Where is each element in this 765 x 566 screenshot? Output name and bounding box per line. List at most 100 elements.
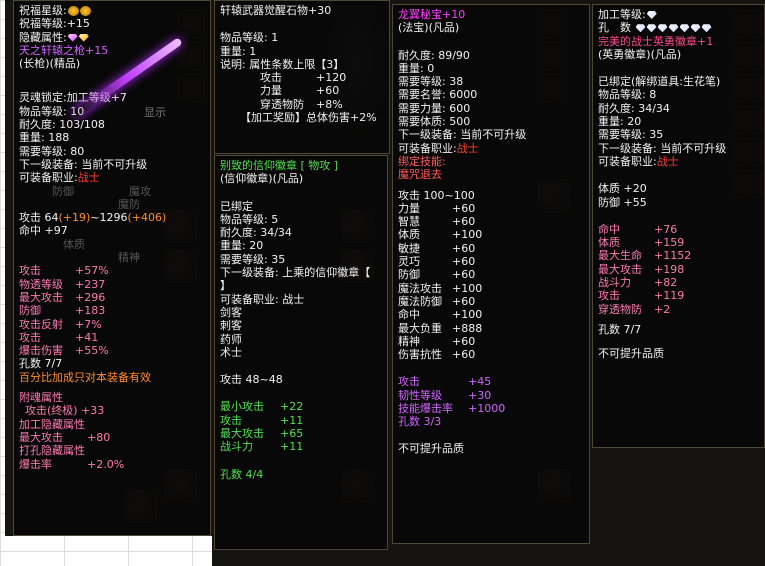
stat-row: 最大攻击 +296	[19, 291, 205, 304]
attr-label: 力量	[260, 84, 282, 98]
hole-count: 孔数 3/3	[398, 415, 442, 429]
info-line: 下一级装备: 当前不可升级	[19, 157, 148, 171]
stat-value: +11	[280, 440, 304, 454]
stat-label: 韧性等级	[398, 388, 442, 402]
stat-value: +11	[280, 413, 304, 427]
stat-value: +888	[452, 321, 483, 335]
stat-label: 体质	[398, 228, 420, 242]
info-line: 需要等级: 35	[598, 128, 664, 142]
hidden-attr-label: 隐藏属性:	[19, 30, 67, 44]
treasure-tooltip: 龙翼秘宝+10 (法宝)(凡品) 耐久度: 89/90 重量: 0 需要等级: 38…	[392, 4, 590, 544]
stat-row: 精神 +60	[398, 335, 584, 348]
stat-label: 攻击	[398, 375, 420, 389]
stat-value: +60	[452, 201, 476, 215]
info-line: 说明: 属性条数上限【3】	[220, 57, 345, 71]
stat-row: 力量 +60	[398, 202, 584, 215]
stat-value: +57%	[75, 264, 109, 278]
stat-row: 攻击反射 +7%	[19, 318, 205, 331]
stat-label: 穿透物防	[598, 302, 642, 316]
stat-row: 攻击 +119	[598, 289, 759, 302]
stat-label: 敏捷	[398, 241, 420, 255]
star-icon	[67, 6, 79, 16]
stat-value: +1152	[654, 249, 692, 263]
info-line: 物品等级: 1	[220, 31, 279, 45]
stat-row: 命中 +76	[598, 223, 759, 236]
stat-label: 爆击伤害	[19, 344, 63, 358]
info-line: 需要等级: 35	[220, 252, 286, 266]
faint-row: 精神	[19, 251, 140, 265]
stat-row: 攻击 +45	[398, 375, 584, 388]
hole-count: 孔数 7/7	[598, 322, 642, 336]
hidden-title: 加工隐藏属性	[19, 417, 85, 431]
hole-value: 数	[620, 21, 631, 35]
item-type: (长枪)(精品)	[19, 57, 81, 71]
diamond-icon	[646, 24, 657, 33]
job-value: 战士	[77, 171, 100, 185]
job-label: 可装备职业:	[598, 154, 657, 168]
attr-value: +120	[316, 71, 347, 85]
stat-value: +119	[654, 289, 685, 303]
purple-stat-list: 攻击 +45 韧性等级 +30 技能爆击率 +1000	[398, 375, 584, 415]
info-line: 下一级装备: 上乘的信仰徽章【	[220, 266, 371, 280]
info-line: 需要等级: 80	[19, 144, 85, 158]
stat-value: +159	[654, 236, 685, 250]
stat-label: 最大攻击	[19, 430, 63, 444]
stat-label: 智慧	[398, 215, 420, 229]
stat-label: 爆击率	[19, 457, 52, 471]
stat-row: 战斗力 +11	[220, 440, 382, 453]
attr-label: 穿透物防	[260, 97, 304, 111]
note-text: 百分比加成只对本装备有效	[19, 370, 151, 384]
display-button[interactable]: 显示	[144, 104, 166, 120]
stat-value: +1000	[468, 402, 506, 416]
soul-title: 附魂属性	[19, 391, 63, 405]
stat-label: 最大负重	[398, 321, 442, 335]
stat-value: +55%	[75, 344, 109, 358]
info-line: 体质 +20	[598, 182, 647, 196]
job-row: 可装备职业:战士	[398, 142, 584, 155]
info-line: 物品等级: 5	[220, 212, 279, 226]
stat-row: 最大生命 +1152	[598, 249, 759, 262]
stat-label: 战斗力	[220, 440, 253, 454]
attr-list: 攻击 +120 力量 +60 穿透物防 +8%	[220, 71, 384, 111]
info-line: 耐久度: 103/108	[19, 118, 105, 132]
base-stat-list: 体质 +20 防御 +55	[598, 182, 759, 209]
stat-row: 体质 +159	[598, 236, 759, 249]
stat-value: +30	[468, 388, 492, 402]
info-line: 术士	[220, 345, 242, 359]
stat-label: 攻击	[598, 289, 620, 303]
info-line: 耐久度: 34/34	[598, 101, 670, 115]
stat-value: +41	[75, 330, 99, 344]
info-line: 】	[220, 279, 231, 293]
stat-row: 最小攻击 +22	[220, 400, 382, 413]
attr-value: +8%	[316, 97, 343, 111]
stat-value: +100	[452, 308, 483, 322]
attr-row: 穿透物防 +8%	[220, 98, 384, 111]
stat-row: 爆击伤害 +55%	[19, 344, 205, 357]
stat-value: +76	[654, 222, 678, 236]
stat-label: 灵巧	[398, 255, 420, 269]
stat-label: 防御	[19, 304, 41, 318]
info-line: 物品等级: 8	[598, 88, 657, 102]
attack-max: ~1296	[90, 211, 128, 225]
footer-note: 不可提升品质	[398, 441, 464, 455]
faint-row: 防御 魔攻	[19, 184, 151, 198]
stat-value: +60	[452, 241, 476, 255]
stat-label: 最大攻击	[598, 262, 642, 276]
item-info-list: 物品等级: 1 重量: 1 说明: 属性条数上限【3】	[220, 31, 384, 71]
stat-label: 防御	[398, 268, 420, 282]
stat-row: 穿透物防 +2	[598, 303, 759, 316]
hit-row: 命中 +97	[19, 224, 68, 238]
attack-row: 攻击 64(+19)~1296(+406)	[19, 211, 205, 224]
attr-row: 力量 +60	[220, 84, 384, 97]
gold-gem-icon	[78, 33, 89, 42]
info-line: 已绑定	[220, 199, 253, 213]
stat-value: +198	[654, 262, 685, 276]
stat-value: +237	[75, 277, 106, 291]
stat-row: 物透等级 +237	[19, 278, 205, 291]
info-line: 物品等级: 10	[19, 104, 85, 118]
hole-count: 孔数 4/4	[220, 467, 264, 481]
punch-title: 打孔隐藏属性	[19, 444, 85, 458]
hole-icons-row: 孔 数	[598, 21, 759, 34]
item-name: 完美的战士英勇徽章+1	[598, 34, 714, 48]
stat-label: 命中	[598, 222, 620, 236]
